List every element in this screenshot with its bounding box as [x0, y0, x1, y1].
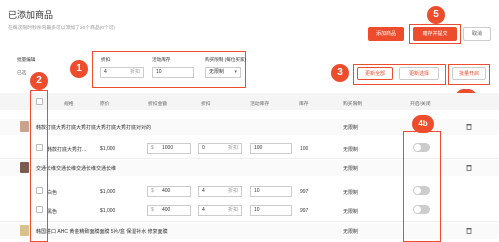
product-name: 韩款打底大秀打底大秀打底大秀打底大秀打底对对的: [36, 125, 152, 131]
discount-value: 4: [202, 188, 205, 194]
variant-limit: 无限制: [343, 147, 359, 153]
col-campaign-stock: 活动库存: [250, 102, 270, 107]
batch-discount-input[interactable]: 4 折扣: [100, 67, 144, 78]
col-discount-price: 折扣金额: [148, 102, 168, 107]
annotation-2: 2: [30, 72, 48, 90]
stock-value: 100: [300, 146, 309, 152]
discount-price-value: 1000: [162, 145, 174, 151]
update-all-button[interactable]: 更新全部: [357, 67, 393, 80]
cancel-button[interactable]: 取消: [463, 27, 491, 41]
batch-discount-value: 4: [104, 69, 107, 75]
product-thumbnail: [20, 225, 29, 236]
campaign-stock-input[interactable]: 10: [250, 186, 292, 197]
discount-input[interactable]: 4 折扣: [198, 205, 242, 216]
col-discount: 折扣: [201, 102, 211, 107]
col-toggle: 开启/关闭: [410, 102, 431, 107]
chevron-down-icon: ▾: [234, 69, 237, 75]
product-limit: 无限制: [343, 229, 359, 235]
discount-unit: 折扣: [227, 207, 238, 213]
trash-icon[interactable]: [466, 227, 472, 234]
annotation-1: 1: [70, 60, 88, 78]
product-name: 韩国进口 AHC 黄金精致面膜面膜 5片/盒 保湿补水 修复面膜: [36, 229, 168, 235]
batch-limit-value: 无限制: [209, 69, 225, 75]
batch-discount-unit: 折扣: [129, 69, 140, 75]
trash-icon[interactable]: [466, 123, 472, 130]
stock-value: 997: [300, 189, 309, 195]
variant-price: $1,000: [100, 189, 116, 195]
discount-unit: 折扣: [227, 145, 238, 151]
variant-limit: 无限制: [343, 209, 359, 215]
variant-limit: 无限制: [343, 190, 359, 196]
batch-discount-header: 折扣: [101, 57, 111, 62]
campaign-stock-input[interactable]: 10: [250, 205, 292, 216]
variant-name: 韩款打底大秀打...: [47, 147, 87, 153]
variant-name: 白色: [47, 190, 58, 196]
trash-icon[interactable]: [466, 164, 472, 171]
discount-value: 4: [202, 207, 205, 213]
annotation-4b: 4b: [412, 115, 434, 133]
currency-symbol: $: [151, 207, 154, 213]
annotation-box-2: [30, 90, 48, 242]
batch-edit-label: 批量编辑: [17, 57, 36, 62]
currency-symbol: $: [151, 188, 154, 194]
annotation-5: 5: [427, 6, 445, 24]
discount-value: 0: [202, 145, 205, 151]
variant-price: $1,000: [100, 146, 116, 152]
product-limit: 无限制: [343, 166, 359, 172]
page-title: 已添加商品: [8, 10, 54, 20]
discount-price-input[interactable]: $ 1000: [147, 143, 191, 154]
currency-symbol: $: [151, 145, 154, 151]
batch-limit-header: 购买限制 (每位买家): [205, 57, 247, 62]
campaign-stock-input[interactable]: 100: [250, 143, 292, 154]
product-name: 交通长维交通长维交通长维交通长维: [36, 166, 117, 172]
variant-price: $1,000: [100, 208, 116, 214]
annotation-box-5: [409, 24, 461, 44]
product-thumbnail: [20, 162, 29, 173]
product-thumbnail: [20, 121, 29, 132]
add-product-button[interactable]: 添加商品: [368, 27, 404, 41]
page-subtitle: 在每次限时秒杀内最多可以添加了20个商品(0个可): [8, 26, 116, 31]
discount-price-value: 400: [162, 188, 171, 194]
discount-price-input[interactable]: $ 400: [147, 205, 191, 216]
discount-input[interactable]: 0 折扣: [198, 143, 242, 154]
variant-name: 黑色: [47, 209, 58, 215]
discount-price-value: 400: [162, 207, 171, 213]
annotation-3: 3: [331, 64, 349, 82]
batch-selected-label: 已选: [17, 70, 27, 75]
batch-limit-select[interactable]: 无限制 ▾: [205, 67, 241, 78]
discount-input[interactable]: 4 折扣: [198, 186, 242, 197]
discount-price-input[interactable]: $ 400: [147, 186, 191, 197]
batch-stock-input[interactable]: 10: [152, 67, 194, 78]
annotation-box-4b: [403, 131, 441, 242]
col-original-price: 原价: [100, 102, 110, 107]
update-selected-button[interactable]: 更新选择: [399, 67, 439, 80]
stock-value: 997: [300, 208, 309, 214]
product-limit: 无限制: [343, 125, 359, 131]
col-purchase-limit: 购买限制: [343, 102, 363, 107]
batch-stock-header: 活动库存: [152, 57, 171, 62]
col-variant: 规格: [64, 102, 74, 107]
discount-unit: 折扣: [227, 188, 238, 194]
batch-enable-button[interactable]: 批量开启: [452, 67, 486, 80]
col-stock: 库存: [299, 102, 309, 107]
